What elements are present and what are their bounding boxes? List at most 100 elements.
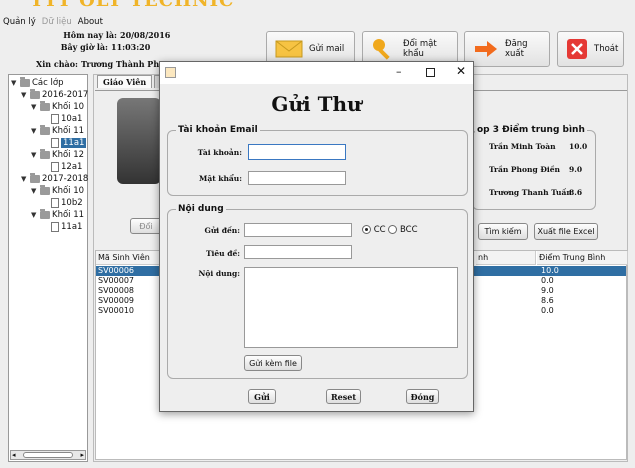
row-score: 0.0 [541, 276, 554, 285]
tree-class-11a1-selected[interactable]: 11a1 [51, 137, 87, 149]
time-value: 11:03:20 [111, 42, 151, 52]
close-icon[interactable]: ✕ [456, 64, 466, 78]
dialog-heading: Gửi Thư [271, 92, 362, 116]
send-button[interactable]: Gửi [248, 389, 276, 404]
tree-label: Khối 10 [52, 102, 85, 112]
tree-khoi12-2016[interactable]: ▼ Khối 12 [31, 149, 84, 161]
teacher-avatar [117, 98, 161, 184]
tree-label: 11a1 [61, 138, 87, 148]
export-excel-button[interactable]: Xuất file Excel [534, 223, 598, 240]
tree-khoi11-2017[interactable]: ▼ Khối 11 [31, 209, 84, 221]
subject-label: Tiêu đề: [205, 249, 240, 258]
bcc-label: BCC [399, 225, 418, 235]
tree-label: Khối 10 [52, 186, 85, 196]
tree-label: Các lớp [32, 78, 64, 88]
search-button[interactable]: Tìm kiếm [478, 223, 528, 240]
send-mail-label: Gửi mail [309, 44, 345, 54]
file-icon [51, 198, 59, 208]
account-input[interactable] [248, 144, 346, 160]
folder-icon [40, 185, 50, 195]
java-app-icon [165, 67, 176, 78]
close-button[interactable]: Đóng [406, 389, 439, 404]
account-group-title: Tài khoản Email [176, 125, 260, 135]
exit-button[interactable]: Thoát [557, 31, 624, 67]
tree-class-10a1[interactable]: 10a1 [51, 113, 82, 125]
menu-quan-ly[interactable]: Quản lý [3, 17, 36, 27]
attach-file-button[interactable]: Gửi kèm file [244, 355, 302, 371]
change-password-label: Đổi mật khẩu [403, 39, 437, 59]
body-textarea[interactable] [244, 267, 458, 348]
tree-class-10b2[interactable]: 10b2 [51, 197, 83, 209]
row-score: 9.0 [541, 286, 554, 295]
tree-year-2016[interactable]: ▼ 2016-2017 [21, 89, 88, 101]
folder-icon [40, 101, 50, 111]
tree-class-11a1-2017[interactable]: 11a1 [51, 221, 82, 233]
tree-label: Khối 11 [52, 126, 85, 136]
folder-icon [40, 149, 50, 159]
tree-khoi10-2016[interactable]: ▼ Khối 10 [31, 101, 84, 113]
row-id: SV00007 [98, 276, 134, 285]
send-mail-dialog[interactable]: – ✕ Gửi Thư Tài khoản Email Tài khoản: M… [159, 61, 474, 412]
row-id: SV00010 [98, 306, 134, 315]
logout-label: Đăng xuất [505, 39, 528, 59]
body-label: Nội dung: [198, 269, 240, 278]
folder-icon [20, 77, 30, 87]
reset-button[interactable]: Reset [326, 389, 361, 404]
password-input[interactable] [248, 171, 346, 185]
col-header-name[interactable]: nh [476, 251, 536, 265]
tree-label: 2017-2018 [42, 174, 89, 184]
app-banner: TTT OLT TECHNIC [30, 0, 235, 11]
cc-radio[interactable] [362, 225, 371, 234]
row-id: SV00006 [98, 266, 134, 275]
tree-class-12a1[interactable]: 12a1 [51, 161, 82, 173]
folder-icon [40, 209, 50, 219]
change-avatar-button[interactable]: Đổi [130, 218, 162, 234]
class-tree[interactable]: ▼ Các lớp ▼ 2016-2017 ▼ Khối 10 10a1 ▼ Khối … [8, 74, 88, 462]
account-label: Tài khoản: [197, 148, 242, 157]
account-group: Tài khoản Email [167, 125, 468, 196]
file-icon [51, 138, 59, 148]
tree-root[interactable]: ▼ Các lớp [11, 77, 63, 89]
dialog-titlebar[interactable]: – ✕ [160, 62, 473, 84]
scroll-right-icon[interactable]: ▸ [80, 451, 84, 459]
time-label: Bây giờ là: [60, 42, 108, 52]
scroll-thumb[interactable] [23, 452, 73, 458]
date-value: 20/08/2016 [120, 30, 171, 40]
top3-score-3: 8.6 [569, 188, 583, 197]
scroll-left-icon[interactable]: ◂ [12, 451, 16, 459]
tree-khoi10-2017[interactable]: ▼ Khối 10 [31, 185, 84, 197]
tab-teacher[interactable]: Giáo Viên [97, 75, 153, 88]
menu-du-lieu[interactable]: Dữ liệu [42, 17, 72, 27]
tree-label: Khối 12 [52, 150, 85, 160]
bcc-radio[interactable] [388, 225, 398, 234]
arrow-right-icon [473, 37, 499, 61]
cc-bcc-group: CC BCC [362, 225, 418, 235]
minimize-icon[interactable]: – [396, 65, 402, 78]
top3-title: op 3 Điểm trung bình [475, 125, 587, 135]
tree-horizontal-scrollbar[interactable]: ◂ ▸ [10, 450, 86, 460]
row-id: SV00008 [98, 286, 134, 295]
logout-button[interactable]: Đăng xuất [464, 31, 550, 67]
col-header-score[interactable]: Điểm Trung Bình [537, 251, 628, 265]
date-label: Hôm nay là: [63, 30, 117, 40]
row-score: 8.6 [541, 296, 554, 305]
menu-about[interactable]: About [78, 17, 103, 27]
to-label: Gửi đến: [204, 226, 240, 235]
folder-icon [40, 125, 50, 135]
tree-label: 2016-2017 [42, 90, 89, 100]
file-icon [51, 222, 59, 232]
tree-year-2017[interactable]: ▼ 2017-2018 [21, 173, 88, 185]
row-id: SV00009 [98, 296, 134, 305]
row-score: 10.0 [541, 266, 559, 275]
exit-label: Thoát [594, 44, 619, 54]
envelope-icon [275, 37, 303, 61]
to-input[interactable] [244, 223, 352, 237]
top3-score-2: 9.0 [569, 165, 583, 174]
tree-label: 10a1 [61, 114, 83, 124]
maximize-icon[interactable] [426, 68, 435, 77]
folder-icon [30, 89, 40, 99]
top3-name-2: Trần Phong Điền [489, 165, 560, 174]
subject-input[interactable] [244, 245, 352, 259]
key-icon [371, 37, 397, 61]
tree-khoi11-2016[interactable]: ▼ Khối 11 [31, 125, 84, 137]
